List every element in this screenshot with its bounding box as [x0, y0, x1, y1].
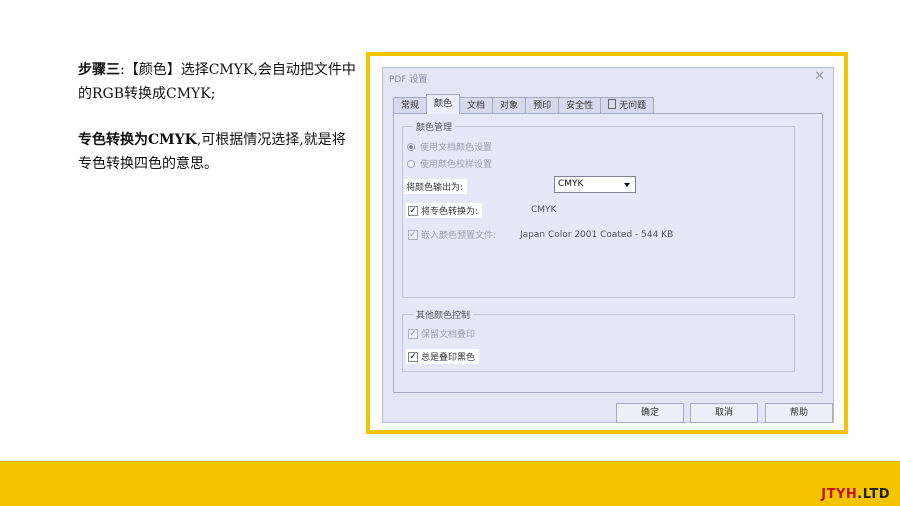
output-color-row: 将颜色输出为:	[404, 179, 468, 194]
use-document-color-option[interactable]: 使用文档颜色设置	[407, 140, 492, 153]
tab-bar: 常规 颜色 文档 对象 预印 安全性 无问题	[393, 94, 655, 114]
convert-spot-color-highlight: ✓ 将专色转换为:	[406, 203, 483, 218]
instruction-text: 步骤三:【颜色】选择CMYK,会自动把文件中的RGB转换成CMYK; 专色转换为…	[78, 58, 358, 176]
output-color-label: 将颜色输出为:	[404, 179, 468, 194]
cancel-button[interactable]: 取消	[690, 403, 758, 423]
tab-document[interactable]: 文档	[459, 97, 494, 114]
tab-no-issues[interactable]: 无问题	[600, 97, 655, 114]
document-icon	[608, 99, 617, 109]
footer-bar: JTYH.LTD	[0, 461, 900, 506]
spot-color-target: CMYK	[531, 205, 557, 215]
always-overprint-black-row[interactable]: ✓ 总是叠印黑色	[406, 349, 480, 364]
other-color-legend: 其他颜色控制	[413, 308, 474, 321]
preserve-overprint-label: 保留文档叠印	[421, 330, 476, 340]
spot-color-paragraph: 专色转换为CMYK,可根据情况选择,就是将专色转换四色的意思。	[78, 128, 358, 176]
chevron-down-icon	[624, 183, 630, 187]
always-overprint-highlight: ✓ 总是叠印黑色	[406, 349, 480, 364]
output-color-value: CMYK	[558, 179, 584, 189]
preserve-overprint-row[interactable]: ✓ 保留文档叠印	[408, 327, 475, 340]
step-three-paragraph: 步骤三:【颜色】选择CMYK,会自动把文件中的RGB转换成CMYK;	[78, 58, 358, 106]
convert-spot-color-label: 将专色转换为:	[421, 207, 479, 217]
tab-color[interactable]: 颜色	[426, 94, 461, 114]
close-icon[interactable]: ✕	[814, 69, 825, 84]
color-management-legend: 颜色管理	[413, 120, 456, 133]
step-three-heading: 步骤三	[78, 62, 120, 78]
use-proof-color-label: 使用颜色校样设置	[420, 160, 493, 170]
spot-color-heading: 专色转换为CMYK	[78, 132, 197, 148]
radio-selected	[407, 142, 415, 151]
color-tab-panel: 颜色管理 使用文档颜色设置 使用颜色校样设置 将颜色输出为: CMYK ✓ 将专…	[393, 113, 823, 393]
radio-unselected	[407, 159, 415, 168]
screenshot-highlight-frame: PDF 设置 ✕ 常规 颜色 文档 对象 预印 安全性 无问题 颜色管理 使用文…	[366, 52, 848, 434]
tab-objects[interactable]: 对象	[492, 97, 527, 114]
tab-no-issues-label: 无问题	[619, 101, 647, 111]
checkmark-icon: ✓	[408, 328, 418, 339]
output-color-select[interactable]: CMYK	[554, 176, 636, 193]
always-overprint-black-label: 总是叠印黑色	[421, 353, 476, 363]
tab-security[interactable]: 安全性	[558, 97, 602, 114]
use-proof-color-option[interactable]: 使用颜色校样设置	[407, 157, 492, 170]
checkmark-icon: ✓	[408, 205, 418, 216]
brand-suffix: .LTD	[857, 487, 890, 502]
tab-general[interactable]: 常规	[393, 97, 428, 114]
checkmark-icon: ✓	[408, 229, 418, 240]
checkmark-icon: ✓	[408, 351, 418, 362]
convert-spot-color-row[interactable]: ✓ 将专色转换为:	[406, 203, 483, 218]
embed-profile-label: 嵌入颜色预置文件:	[421, 231, 497, 241]
tab-prepress[interactable]: 预印	[525, 97, 560, 114]
help-button[interactable]: 帮助	[765, 403, 833, 423]
brand-logo: JTYH.LTD	[821, 487, 890, 502]
dialog-title: PDF 设置	[389, 75, 428, 85]
step-three-body: :【颜色】选择CMYK,会自动把文件中的RGB转换成CMYK;	[78, 62, 356, 102]
embed-profile-value: Japan Color 2001 Coated - 544 KB	[520, 230, 674, 240]
embed-profile-row[interactable]: ✓ 嵌入颜色预置文件:	[408, 228, 496, 241]
ok-button[interactable]: 确定	[616, 403, 684, 423]
pdf-settings-dialog: PDF 设置 ✕ 常规 颜色 文档 对象 预印 安全性 无问题 颜色管理 使用文…	[382, 67, 834, 423]
brand-name: JTYH	[821, 487, 858, 502]
use-document-color-label: 使用文档颜色设置	[420, 143, 493, 153]
